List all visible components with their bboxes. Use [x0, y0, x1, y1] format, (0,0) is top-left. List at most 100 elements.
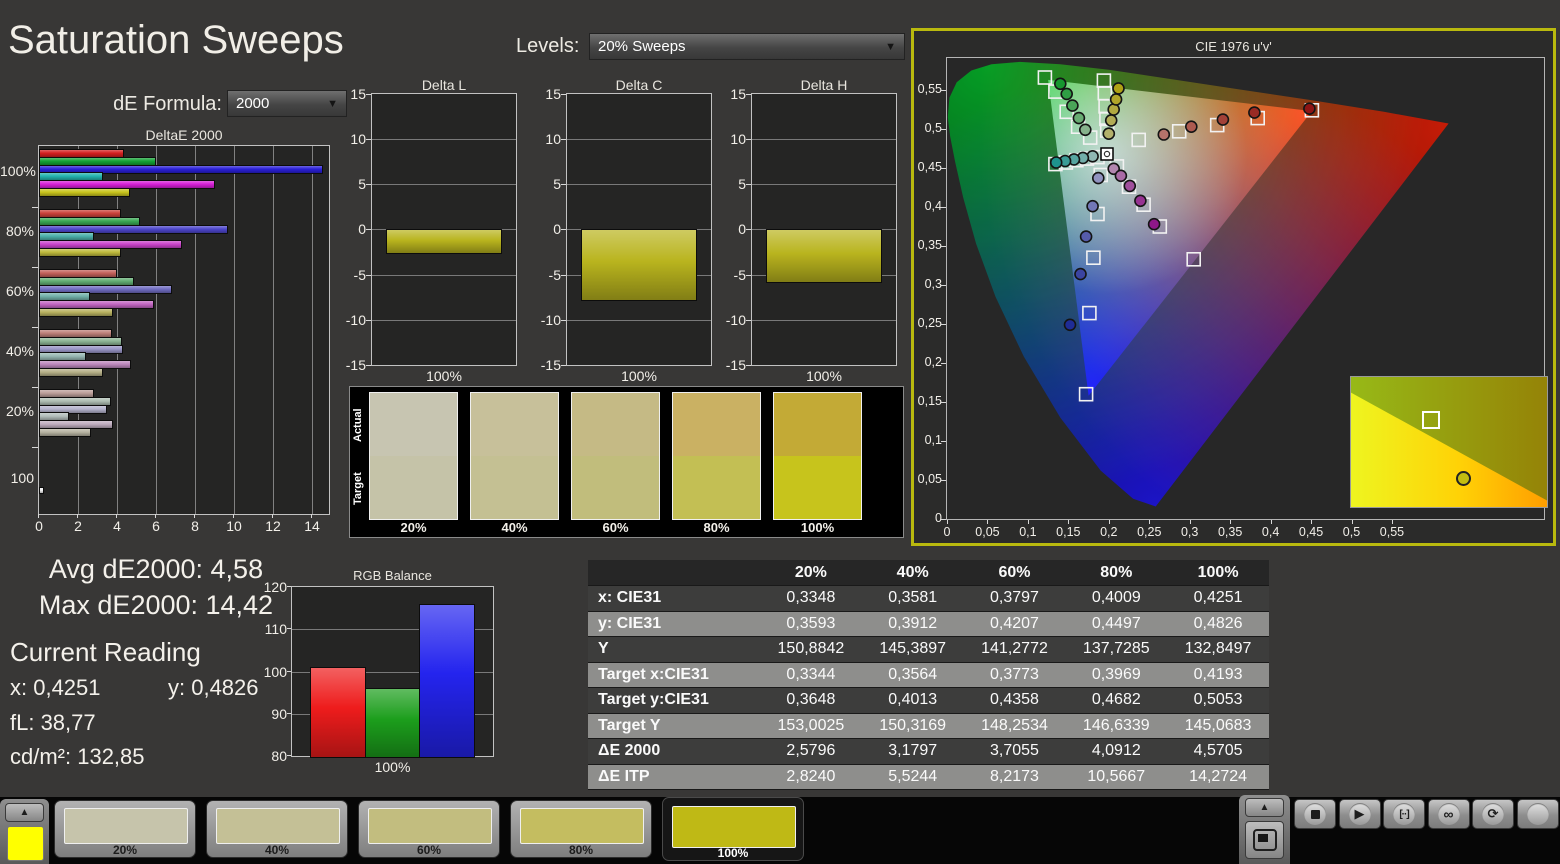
cie-measured-marker-red — [1185, 120, 1198, 133]
deltae-x-tick-label: 2 — [74, 518, 82, 534]
page-title: Saturation Sweeps — [8, 18, 344, 62]
table-cell: 0,4358 — [990, 691, 1039, 708]
cie-x-tick — [1068, 520, 1070, 524]
cie-measured-marker-yellow — [1112, 82, 1125, 95]
level-button-60%[interactable]: 60% — [358, 800, 500, 858]
rgb-y-tick — [287, 712, 291, 714]
table-row-label: Target x:CIE31 — [598, 665, 709, 683]
levels-value: 20% Sweeps — [598, 38, 686, 55]
delta-small-y-label: -15 — [725, 356, 746, 373]
play-button[interactable]: ▶ — [1338, 799, 1381, 829]
continuous-button[interactable]: ∞ — [1427, 799, 1470, 829]
delta-small-y-label: 15 — [730, 86, 746, 102]
table-cell: 2,5796 — [786, 742, 836, 759]
rgb-bar-blue — [419, 603, 475, 758]
de-formula-dropdown[interactable]: 2000 ▼ — [227, 90, 347, 117]
cie-y-tick — [941, 480, 946, 481]
cie-measured-marker-red — [1157, 128, 1171, 141]
cie-measured-marker-green — [1054, 77, 1067, 91]
cie-x-tick-label: 0 — [943, 525, 951, 539]
cie-x-tick — [947, 520, 948, 524]
y-gridline — [372, 274, 516, 276]
rgb-x-label: 100% — [374, 759, 411, 775]
swatch-column-label: 40% — [501, 520, 528, 535]
chevron-down-icon: ▼ — [327, 97, 338, 110]
cie-y-tick — [941, 207, 946, 208]
display-window-button[interactable] — [1245, 821, 1284, 859]
cie-measured-marker-blue — [1074, 267, 1087, 281]
deltae-group-label: 100% — [0, 163, 36, 179]
app-window: Saturation Sweeps dE Formula: 2000 ▼ Lev… — [0, 0, 1560, 864]
actual-row-label: Actual — [352, 408, 364, 442]
cie-y-tick-label: 0 — [935, 511, 942, 525]
display-up-button[interactable]: ▲ — [1245, 798, 1284, 817]
delta-small-x-label: 100% — [806, 368, 842, 384]
measure-button[interactable]: [··] — [1383, 799, 1425, 829]
y-tick — [561, 229, 566, 231]
x-tick — [77, 514, 78, 518]
loop-button[interactable]: ⟳ — [1472, 799, 1514, 829]
actual-swatch — [370, 393, 457, 456]
display-window-icon — [1252, 829, 1277, 851]
current-pattern-swatch[interactable] — [7, 826, 44, 861]
y-tick — [366, 274, 371, 276]
swatch-pair-60% — [571, 392, 660, 520]
table-cell: 0,3344 — [786, 665, 836, 683]
table-cell: 2,8240 — [786, 767, 836, 785]
stop-button[interactable] — [1294, 799, 1336, 829]
y-tick — [746, 94, 751, 95]
infinity-icon: ∞ — [1437, 803, 1460, 825]
y-gridline — [752, 184, 896, 186]
table-column-header: 40% — [896, 564, 929, 581]
cie-measured-marker-green — [1060, 87, 1073, 101]
delta-small-y-label: 10 — [730, 131, 746, 148]
y-tick — [746, 274, 751, 276]
y-tick — [32, 327, 38, 328]
table-row: Target y:CIE31 0,3648 0,4013 0,4358 0,4682 0,… — [588, 688, 1269, 714]
y-tick — [746, 184, 751, 186]
cie-measured-marker-red — [1303, 102, 1316, 116]
y-tick — [366, 229, 371, 231]
cie-x-tick — [987, 520, 989, 524]
table-cell: 0,4193 — [1193, 665, 1243, 683]
rgb-y-tick-label: 110 — [264, 621, 287, 638]
table-cell: 0,3797 — [990, 589, 1039, 606]
deltae-bar-20%-yellow — [39, 428, 92, 437]
rgb-y-tick — [287, 755, 291, 756]
target-swatch — [572, 456, 659, 519]
cie-measured-marker-green — [1072, 111, 1086, 125]
cie-y-tick — [941, 168, 946, 169]
deltae-group-label: 100 — [10, 470, 34, 486]
levels-dropdown[interactable]: 20% Sweeps ▼ — [589, 33, 905, 60]
level-button-label: 100% — [717, 846, 749, 860]
table-cell: 148,2534 — [981, 716, 1048, 734]
table-row: ΔE 2000 2,5796 3,1797 3,7055 4,0912 4,5705 — [588, 739, 1269, 765]
deltae-chart-plot — [38, 145, 330, 515]
x-gridline — [195, 146, 196, 514]
cie-y-tick — [941, 90, 946, 91]
level-button-80%[interactable]: 80% — [510, 800, 652, 858]
y-gridline — [567, 139, 711, 141]
record-button[interactable] — [1516, 799, 1559, 829]
y-gridline — [372, 184, 516, 186]
cie-white-point-dot — [1103, 150, 1111, 158]
table-row-label: x: CIE31 — [598, 589, 662, 606]
level-swatch — [520, 808, 644, 844]
level-button-20%[interactable]: 20% — [54, 800, 196, 858]
cie-measured-marker-blue — [1079, 230, 1093, 243]
rgb-y-tick-label: 80 — [271, 748, 287, 764]
table-row: Target x:CIE31 0,3344 0,3564 0,3773 0,3969 0,… — [588, 662, 1269, 688]
level-button-40%[interactable]: 40% — [206, 800, 348, 858]
level-button-100%[interactable]: 100% — [662, 797, 804, 861]
cie-diagram-plot — [946, 57, 1548, 520]
y-gridline — [752, 139, 896, 141]
actual-swatch — [673, 393, 760, 456]
y-tick — [366, 184, 371, 186]
cie-x-tick-label: 0,2 — [1100, 525, 1118, 539]
cie-x-tick — [1230, 520, 1232, 524]
pattern-up-button[interactable]: ▲ — [5, 803, 44, 822]
cie-inset-measured-marker — [1455, 471, 1471, 487]
cie-measured-marker-red — [1216, 113, 1230, 126]
delta-small-y-label: -5 — [353, 266, 366, 283]
table-cell: 0,3912 — [888, 614, 938, 632]
